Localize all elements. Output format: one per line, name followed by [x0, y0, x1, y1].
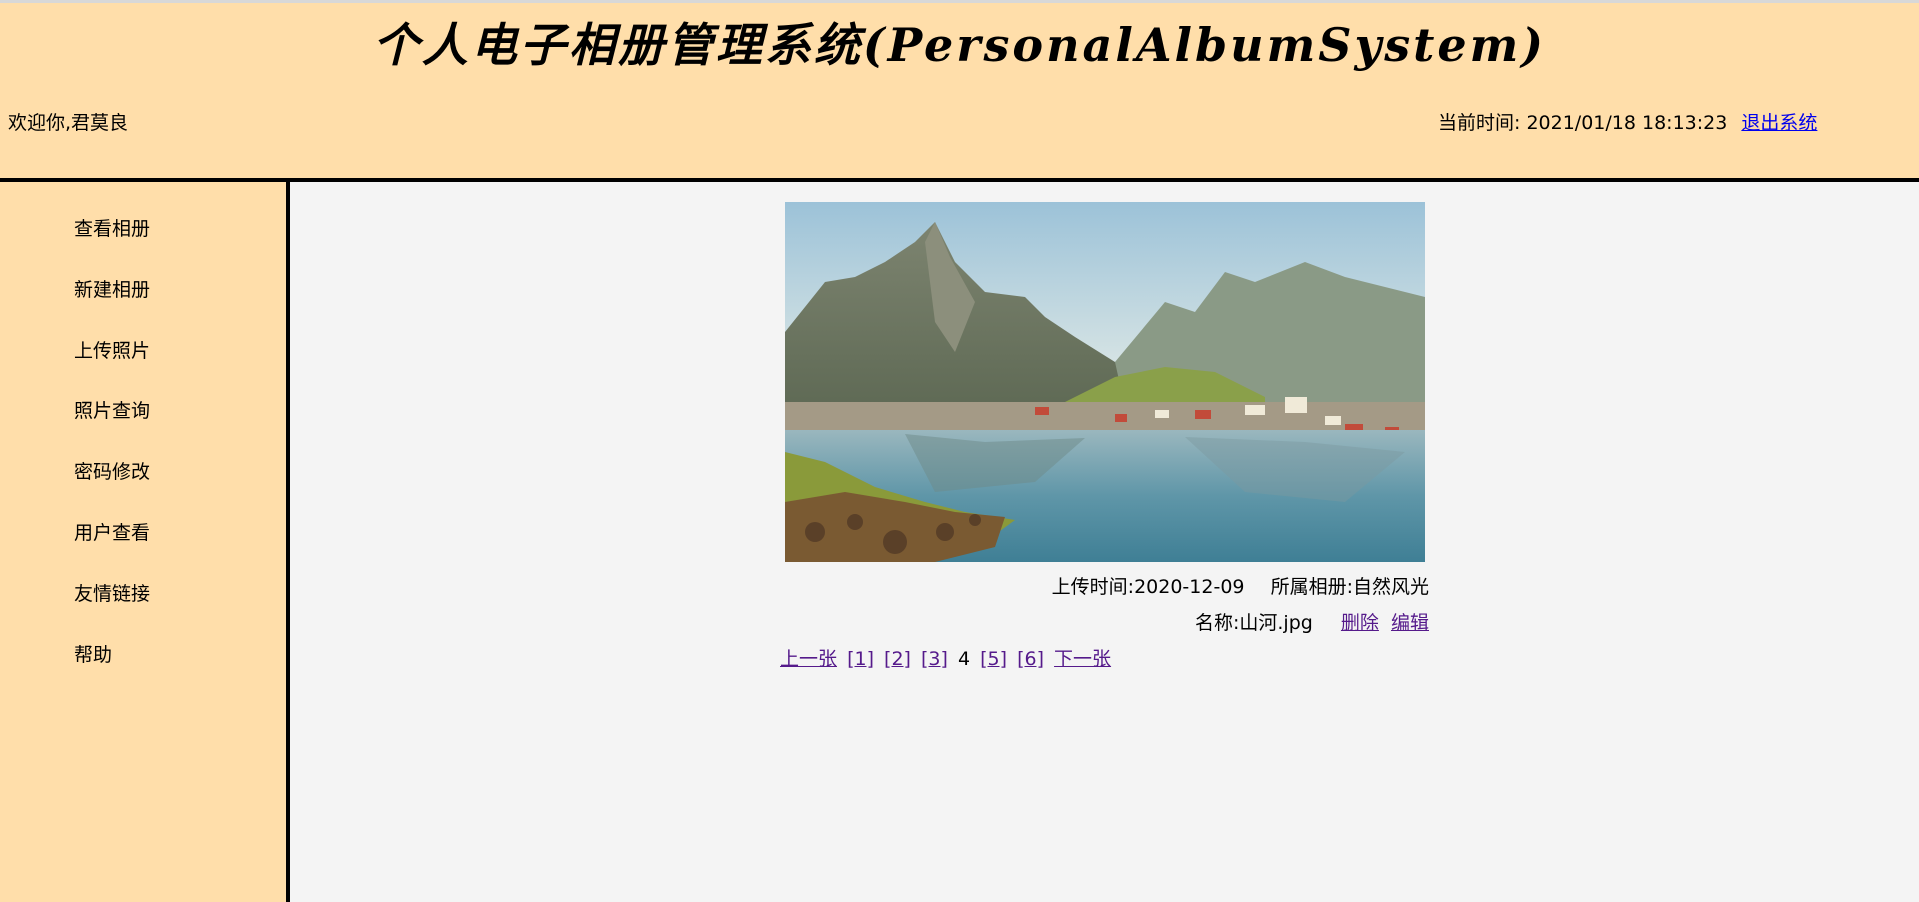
upload-time: 上传时间:2020-12-09 — [1051, 576, 1245, 598]
sidebar: 查看相册 新建相册 上传照片 照片查询 密码修改 用户查看 友情链接 帮助 — [0, 182, 290, 902]
page-link-5[interactable]: [5] — [980, 648, 1007, 670]
photo-image — [785, 202, 1425, 562]
logout-link[interactable]: 退出系统 — [1741, 112, 1817, 134]
photo-name-line: 名称:山河.jpg 删除 编辑 — [1195, 608, 1429, 635]
album-name: 所属相册:自然风光 — [1270, 576, 1429, 598]
sidebar-item-friend-links[interactable]: 友情链接 — [74, 579, 150, 606]
current-time: 当前时间: 2021/01/18 18:13:23 — [1438, 112, 1728, 134]
sidebar-item-view-albums[interactable]: 查看相册 — [74, 214, 150, 241]
sidebar-item-change-password[interactable]: 密码修改 — [74, 457, 150, 484]
photo-name: 名称:山河.jpg — [1194, 612, 1313, 634]
welcome-text: 欢迎你,君莫良 — [8, 112, 129, 134]
sidebar-item-new-album[interactable]: 新建相册 — [74, 275, 150, 302]
page-link-6[interactable]: [6] — [1017, 648, 1044, 670]
delete-link[interactable]: 删除 — [1341, 612, 1379, 634]
current-page: 4 — [957, 648, 971, 670]
next-photo-link[interactable]: 下一张 — [1054, 648, 1111, 670]
sidebar-item-view-users[interactable]: 用户查看 — [74, 518, 150, 545]
header: 个人电子相册管理系统(PersonalAlbumSystem) 欢迎你,君莫良 … — [0, 0, 1919, 182]
edit-link[interactable]: 编辑 — [1391, 612, 1429, 634]
app-title: 个人电子相册管理系统(PersonalAlbumSystem) — [372, 18, 1547, 72]
page-link-1[interactable]: [1] — [847, 648, 874, 670]
sidebar-item-photo-search[interactable]: 照片查询 — [74, 396, 150, 423]
sidebar-item-help[interactable]: 帮助 — [74, 640, 112, 667]
prev-photo-link[interactable]: 上一张 — [780, 648, 837, 670]
time-area: 当前时间: 2021/01/18 18:13:23 退出系统 — [1438, 108, 1817, 135]
pager: 上一张 [1] [2] [3] 4 [5] [6] 下一张 — [780, 644, 1115, 671]
page-link-2[interactable]: [2] — [884, 648, 911, 670]
page-link-3[interactable]: [3] — [921, 648, 948, 670]
sidebar-item-upload-photo[interactable]: 上传照片 — [74, 336, 150, 363]
photo-meta-line: 上传时间:2020-12-09 所属相册:自然风光 — [1052, 572, 1429, 599]
